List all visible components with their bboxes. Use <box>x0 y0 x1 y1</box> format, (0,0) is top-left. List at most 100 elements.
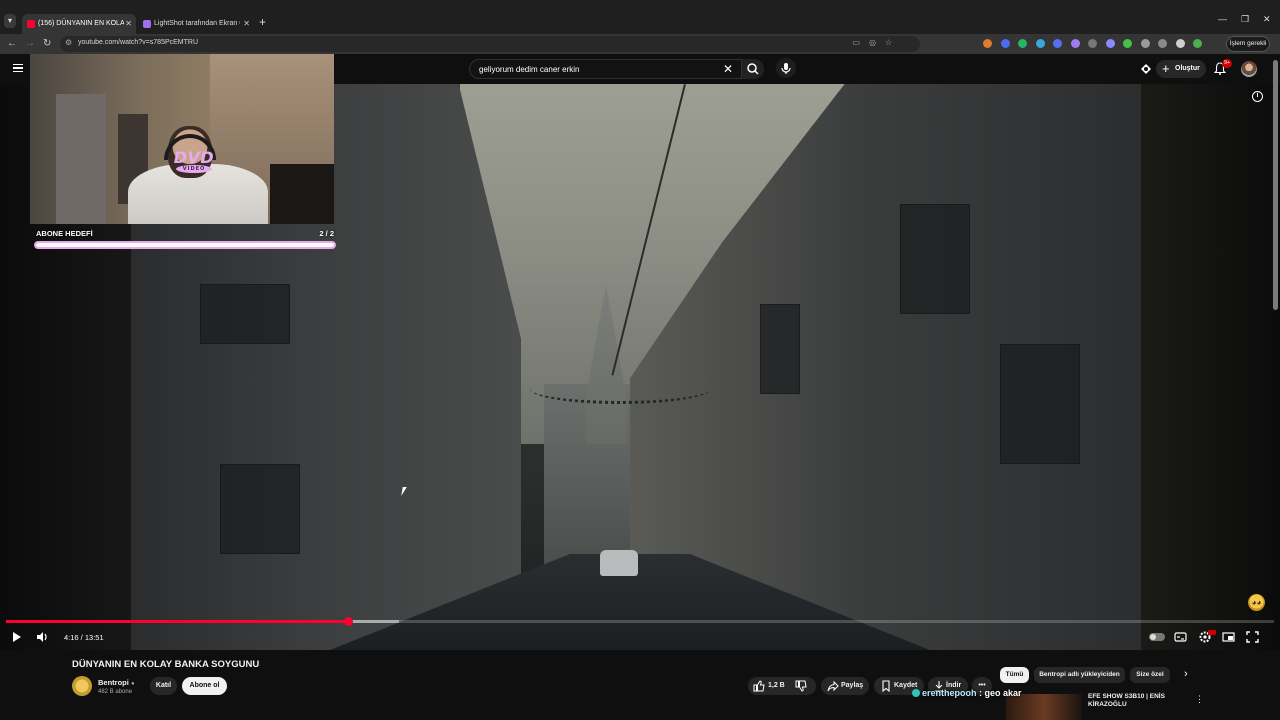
extension-icon[interactable] <box>1035 39 1045 48</box>
menu-icon[interactable] <box>13 64 23 72</box>
search-query: geliyorum dedim caner erkin <box>479 65 580 74</box>
notification-count-badge: 9+ <box>1222 59 1233 68</box>
reload-icon[interactable]: ↻ <box>43 37 51 51</box>
miniplayer-icon <box>1222 632 1235 642</box>
dislike-button[interactable] <box>795 680 807 692</box>
extension-icon[interactable] <box>983 39 992 48</box>
extension-icon[interactable] <box>1070 39 1080 48</box>
plus-icon: + <box>1162 61 1170 76</box>
tab-close-icon[interactable]: ✕ <box>125 14 132 34</box>
extension-icon[interactable] <box>1193 39 1202 48</box>
share-button[interactable]: Paylaş <box>821 677 869 695</box>
info-icon[interactable]: i <box>1252 91 1263 102</box>
subscriber-goal-widget: ABONE HEDEFİ 2 / 2 <box>34 229 336 253</box>
video-window <box>200 284 290 344</box>
join-button[interactable]: Katıl <box>150 677 177 695</box>
voice-search-button[interactable] <box>776 58 796 78</box>
bookmark-icon <box>880 680 892 692</box>
extension-icon[interactable] <box>1088 39 1097 48</box>
fullscreen-button[interactable] <box>1246 630 1259 644</box>
subscriber-count: 482 B abone <box>98 689 133 695</box>
url-text: youtube.com/watch?v=s785PcEMTRU <box>78 39 199 46</box>
video-letterbox-right <box>1141 84 1280 650</box>
goal-progress-bar <box>34 241 336 249</box>
studio-icon[interactable] <box>1140 63 1152 75</box>
subtitles-button[interactable] <box>1174 630 1187 644</box>
extension-icon[interactable] <box>1053 39 1062 48</box>
extension-icon[interactable] <box>1000 39 1010 48</box>
subscribe-button[interactable]: Abone ol <box>182 677 227 695</box>
channel-name[interactable]: Bentropi ● <box>98 678 135 687</box>
eye-off-icon[interactable]: ◎ <box>869 38 876 47</box>
clear-search-icon[interactable]: ✕ <box>723 62 733 76</box>
extension-icon[interactable] <box>1158 39 1167 48</box>
extension-icon[interactable] <box>1105 39 1115 48</box>
tab-lightshot[interactable]: LightShot tarafından Ekran Gör ✕ <box>138 14 254 34</box>
account-avatar[interactable] <box>1241 61 1257 77</box>
window-close-icon[interactable]: ✕ <box>1263 14 1271 25</box>
like-count: 1,2 B <box>768 682 785 689</box>
video-window <box>1000 344 1080 464</box>
extension-icon[interactable] <box>1123 39 1132 48</box>
like-button[interactable] <box>753 680 765 692</box>
goal-label: ABONE HEDEFİ <box>36 229 93 238</box>
back-icon[interactable]: ← <box>7 37 17 51</box>
restore-icon[interactable]: ❐ <box>1241 14 1249 25</box>
autoplay-toggle[interactable] <box>1149 633 1165 641</box>
share-label: Paylaş <box>841 682 864 689</box>
volume-button[interactable] <box>35 630 49 644</box>
dvd-logo-text: DVD <box>173 148 215 167</box>
chevron-right-icon[interactable]: › <box>1184 668 1188 680</box>
update-button[interactable]: İşlem gerekli <box>1226 36 1270 52</box>
play-icon <box>13 632 21 642</box>
recommendation-title[interactable]: EFE SHOW S3B10 | ENİS KİRAZOĞLU <box>1088 693 1180 709</box>
webcam-overlay: DVD VIDEO <box>30 54 334 224</box>
goal-count: 2 / 2 <box>319 229 334 238</box>
create-button[interactable]: + Oluştur <box>1156 60 1206 78</box>
microphone-icon <box>781 63 791 74</box>
extension-icon[interactable] <box>1175 39 1185 48</box>
webcam-door <box>56 94 106 224</box>
search-button[interactable] <box>742 59 764 79</box>
video-garland <box>530 374 710 404</box>
tab-search-button[interactable]: ▾ <box>4 14 16 28</box>
like-dislike-group: 1,2 B <box>748 677 816 695</box>
chat-text: : geo akar <box>976 688 1022 698</box>
cast-icon[interactable]: ▭ <box>852 38 860 47</box>
channel-avatar[interactable] <box>72 676 92 696</box>
extension-icon[interactable] <box>1018 39 1027 48</box>
play-button[interactable] <box>11 630 23 644</box>
lightshot-favicon-icon <box>143 20 151 28</box>
subtitles-icon <box>1174 632 1187 642</box>
chat-badge-icon <box>912 689 920 697</box>
video-window <box>760 304 800 394</box>
time-display: 4:16 / 13:51 <box>64 633 104 642</box>
volume-icon <box>37 632 47 642</box>
video-progress-bar[interactable] <box>6 617 1274 626</box>
played-bar <box>6 620 349 623</box>
goal-progress-fill <box>36 243 334 247</box>
fullscreen-icon <box>1246 631 1259 643</box>
emoji-face-icon: ◕◕ <box>1248 594 1265 611</box>
tab-close-icon[interactable]: ✕ <box>243 14 250 34</box>
chip-from-uploader[interactable]: Bentropi adlı yükleyiciden <box>1034 667 1125 683</box>
chat-username: erenthepooh <box>922 688 977 698</box>
tab-youtube[interactable]: (156) DÜNYANIN EN KOLAY BA ✕ <box>22 14 136 34</box>
address-bar[interactable]: ⚙ youtube.com/watch?v=s785PcEMTRU ▭ ◎ ☆ <box>60 36 920 52</box>
create-label: Oluştur <box>1175 65 1200 72</box>
minimize-icon[interactable]: — <box>1218 14 1227 24</box>
share-icon <box>827 680 839 692</box>
search-input[interactable]: geliyorum dedim caner erkin ✕ <box>469 59 742 79</box>
hd-badge <box>1208 630 1216 635</box>
forward-icon[interactable]: → <box>25 37 35 51</box>
site-info-icon[interactable]: ⚙ <box>65 38 72 47</box>
miniplayer-button[interactable] <box>1222 630 1235 644</box>
more-vertical-icon[interactable]: ⋮ <box>1195 694 1204 705</box>
extension-icon[interactable] <box>1140 39 1150 48</box>
chip-for-you[interactable]: Size özel <box>1130 667 1170 683</box>
thumbs-down-icon <box>795 680 807 692</box>
bookmark-star-icon[interactable]: ☆ <box>885 38 892 47</box>
chip-all[interactable]: Tümü <box>1000 667 1029 683</box>
new-tab-button[interactable]: + <box>259 14 266 30</box>
page-scrollbar[interactable] <box>1273 60 1278 310</box>
